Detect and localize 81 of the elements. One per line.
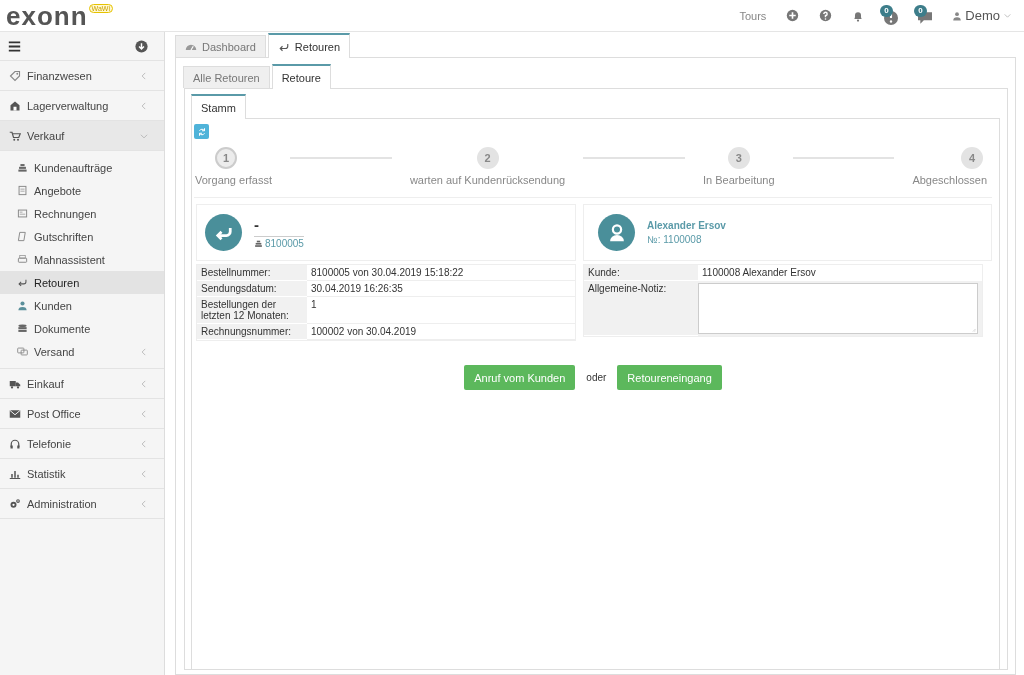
plus-icon[interactable] xyxy=(786,9,800,22)
field-label: Rechnungsnummer: xyxy=(197,324,307,340)
field-label: Bestellnummer: xyxy=(197,265,307,281)
sidebar-item[interactable]: Administration xyxy=(0,489,164,519)
step-number: 3 xyxy=(727,147,750,169)
sidebar-subitem[interactable]: Mahnassistent xyxy=(0,248,164,271)
sidebar-subitem[interactable]: Retouren xyxy=(0,271,164,294)
field-value: 100002 von 30.04.2019 xyxy=(307,324,575,340)
invoice-icon xyxy=(17,208,28,219)
bell-icon[interactable] xyxy=(852,9,865,22)
user-menu[interactable]: Demo xyxy=(952,8,1012,23)
step-label: In Bearbeitung xyxy=(703,174,775,186)
sidebar-subitem[interactable]: Angebote xyxy=(0,179,164,202)
separator-text: oder xyxy=(586,372,607,383)
customer-number: №: 1100008 xyxy=(647,234,703,245)
chevron-left-icon xyxy=(139,378,149,389)
chevron-left-icon xyxy=(139,100,149,111)
sidebar-subitem[interactable]: Gutschriften xyxy=(0,225,164,248)
chevron-left-icon xyxy=(139,468,149,479)
gears-icon xyxy=(9,497,21,510)
sidebar-item[interactable]: Finanzwesen xyxy=(0,61,164,91)
step-number: 2 xyxy=(476,147,499,169)
step-label: Abgeschlossen xyxy=(912,174,987,186)
sidebar-item[interactable]: Verkauf xyxy=(0,121,164,151)
step-number: 1 xyxy=(215,147,237,169)
refresh-icon xyxy=(196,126,207,137)
house-icon xyxy=(9,99,21,112)
user-icon xyxy=(952,10,963,21)
note-icon xyxy=(17,231,28,242)
help-icon[interactable] xyxy=(819,9,833,22)
sidebar-subitem[interactable]: Kunden xyxy=(0,294,164,317)
step-number: 4 xyxy=(961,147,983,169)
download-icon[interactable] xyxy=(135,39,148,53)
chat-icon xyxy=(17,346,28,357)
database-icon xyxy=(17,323,28,334)
field-label: Kunde: xyxy=(584,265,698,281)
printer-icon xyxy=(17,254,28,265)
logo[interactable]: exonn xyxy=(6,1,88,30)
user-icon xyxy=(17,300,28,311)
sidebar-item[interactable]: Einkauf xyxy=(0,369,164,399)
field-value: 1100008 Alexander Ersov xyxy=(698,265,982,281)
tab[interactable]: Alle Retouren xyxy=(183,66,270,88)
step-label: Vorgang erfasst xyxy=(195,174,273,186)
sidebar-subitem[interactable]: Kundenaufträge xyxy=(0,156,164,179)
field-label: Allgemeine-Notiz: xyxy=(584,281,698,336)
tag-icon xyxy=(9,69,21,82)
caret-icon xyxy=(1003,11,1012,20)
tab[interactable]: Retoure xyxy=(271,64,331,89)
stack-icon xyxy=(254,239,263,248)
chevron-left-icon xyxy=(139,408,149,419)
envelope-icon xyxy=(9,407,21,420)
note-field[interactable] xyxy=(698,283,978,334)
chevron-left-icon xyxy=(139,438,149,449)
return-arrow-icon xyxy=(17,277,28,288)
stack-icon xyxy=(17,162,28,173)
chevron-left-icon xyxy=(139,70,149,81)
field-label: Sendungsdatum: xyxy=(197,281,307,297)
sidebar-subitem[interactable]: Versand xyxy=(0,340,164,363)
tours-link[interactable]: Tours xyxy=(739,9,767,22)
tab[interactable]: Retouren xyxy=(267,33,351,58)
tab[interactable]: Stamm xyxy=(191,94,246,119)
chevron-left-icon xyxy=(139,346,149,357)
tab[interactable]: Dashboard xyxy=(175,35,266,57)
field-label: Bestellungen der letzten 12 Monaten: xyxy=(197,297,307,324)
sidebar-subitem[interactable]: Rechnungen xyxy=(0,202,164,225)
field-value: 30.04.2019 16:26:35 xyxy=(307,281,575,297)
sidebar-item[interactable]: Telefonie xyxy=(0,429,164,459)
headphones-icon xyxy=(9,437,21,450)
cart-icon xyxy=(9,129,21,142)
menu-icon[interactable] xyxy=(8,39,21,53)
chevron-left-icon xyxy=(139,498,149,509)
return-title: - xyxy=(254,216,260,233)
sidebar-subitem[interactable]: Dokumente xyxy=(0,317,164,340)
document-icon xyxy=(17,185,28,196)
sidebar-item[interactable]: Post Office xyxy=(0,399,164,429)
step-label: warten auf Kundenrücksendung xyxy=(409,174,566,186)
field-value: 8100005 von 30.04.2019 15:18:22 xyxy=(307,265,575,281)
count-badge: 0 xyxy=(880,4,893,17)
count-badge: 0 xyxy=(914,4,927,17)
field-value: 1 xyxy=(307,297,575,324)
sidebar-item[interactable]: Statistik xyxy=(0,459,164,489)
